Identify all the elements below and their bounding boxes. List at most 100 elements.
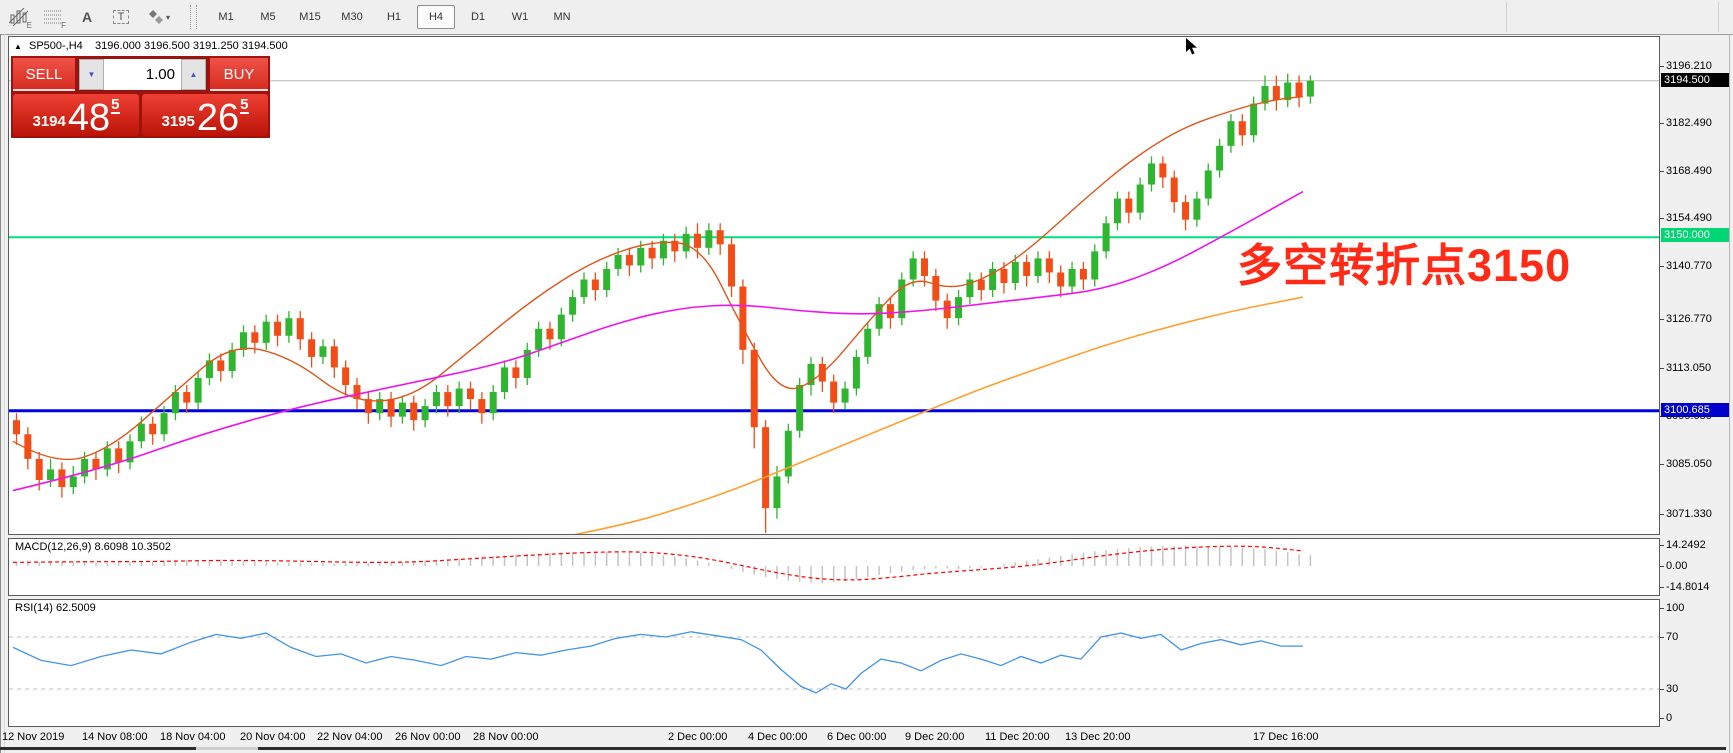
candle-body — [149, 424, 156, 435]
candle-body — [172, 392, 179, 413]
candle-body — [433, 392, 440, 406]
chart-annotation-text: 多空转折点3150 — [1237, 229, 1571, 294]
candle-body — [251, 332, 258, 343]
candle-body — [422, 406, 429, 420]
volume-input[interactable] — [104, 59, 181, 90]
buy-price-tile[interactable]: 3195 26 5 — [142, 94, 268, 136]
axis-tick — [1660, 171, 1664, 172]
axis-tick — [1660, 368, 1664, 369]
candle-body — [319, 346, 326, 357]
objects-dropdown-icon[interactable]: ▾ — [140, 4, 178, 30]
candle-body — [410, 403, 417, 421]
candle-body — [1125, 199, 1132, 213]
candle-body — [1023, 262, 1030, 276]
axis-tick — [1660, 587, 1664, 588]
buy-price-pips: 26 — [197, 102, 239, 134]
rsi-line — [13, 632, 1303, 693]
axis-tick — [1660, 637, 1664, 638]
candle-body — [535, 329, 542, 350]
candle-body — [683, 234, 690, 252]
candle-body — [728, 244, 735, 286]
h-scrollbar-track[interactable] — [196, 747, 258, 750]
data-grid-icon[interactable]: F — [38, 4, 68, 30]
timeframe-button-M1[interactable]: M1 — [207, 5, 245, 29]
price-axis-label: 3196.210 — [1666, 60, 1712, 72]
sell-button[interactable]: SELL — [13, 58, 75, 91]
volume-decrease-button[interactable]: ▼ — [79, 59, 104, 90]
time-axis-label: 6 Dec 00:00 — [827, 731, 886, 743]
candle-body — [444, 392, 451, 406]
price-axis-label: 3071.330 — [1666, 508, 1712, 520]
candle-body — [331, 346, 338, 367]
candle-body — [581, 279, 588, 297]
candle-body — [717, 230, 724, 244]
timeframe-button-H1[interactable]: H1 — [375, 5, 413, 29]
candle-body — [853, 357, 860, 389]
candle-body — [263, 322, 270, 343]
time-axis-label: 4 Dec 00:00 — [748, 731, 807, 743]
sell-price-tile[interactable]: 3194 48 5 — [13, 94, 139, 136]
rsi-axis-label: 70 — [1666, 631, 1678, 643]
candle-body — [1307, 81, 1314, 97]
candle-body — [660, 241, 667, 259]
axis-tick — [1660, 319, 1664, 320]
candle-body — [1012, 262, 1019, 283]
timeframe-button-D1[interactable]: D1 — [459, 5, 497, 29]
rsi-indicator-label: RSI(14) 62.5009 — [15, 602, 96, 614]
candle-body — [478, 399, 485, 413]
macd-axis-label: -14.8014 — [1666, 581, 1709, 593]
candle-body — [285, 318, 292, 336]
axis-tick — [1660, 608, 1664, 609]
timeframe-button-W1[interactable]: W1 — [501, 5, 539, 29]
main-chart-pane[interactable]: ▲ SP500-,H4 3196.000 3196.500 3191.250 3… — [8, 36, 1660, 535]
candle-body — [739, 287, 746, 350]
candle-body — [1057, 272, 1064, 286]
price-axis-label: 3154.490 — [1666, 212, 1712, 224]
candle-body — [1250, 104, 1257, 136]
volume-increase-button[interactable]: ▲ — [181, 59, 206, 90]
text-box-icon[interactable]: T — [106, 4, 136, 30]
rsi-axis-label: 30 — [1666, 683, 1678, 695]
timeframe-button-M30[interactable]: M30 — [333, 5, 371, 29]
fast-ma-line — [13, 97, 1303, 460]
collapse-arrow-icon[interactable]: ▲ — [14, 42, 22, 51]
sell-price-handle: 3194 — [33, 114, 66, 129]
rsi-pane[interactable]: RSI(14) 62.5009 — [8, 599, 1660, 727]
macd-signal-line — [13, 546, 1303, 580]
candle-body — [1091, 251, 1098, 279]
timeframe-button-M5[interactable]: M5 — [249, 5, 287, 29]
candle-body — [70, 476, 77, 487]
time-axis-label: 9 Dec 20:00 — [905, 731, 964, 743]
candle-body — [388, 399, 395, 417]
candle-body — [297, 318, 304, 339]
chart-ohlc-header: ▲ SP500-,H4 3196.000 3196.500 3191.250 3… — [14, 40, 288, 52]
macd-indicator-label: MACD(12,26,9) 8.6098 10.3502 — [15, 541, 171, 553]
candle-body — [762, 427, 769, 508]
text-label-icon[interactable]: A — [72, 4, 102, 30]
trading-app-window: E F A T ▾ M1M5M15M30H1H4D1W1MN — [0, 0, 1733, 753]
price-tag: 3194.500 — [1661, 73, 1729, 87]
time-axis-label: 22 Nov 04:00 — [317, 731, 382, 743]
h-scrollbar-thumb[interactable] — [258, 747, 1726, 750]
timeframe-button-H4[interactable]: H4 — [417, 5, 455, 29]
expert-advisors-icon[interactable]: E — [4, 4, 34, 30]
candle-body — [887, 304, 894, 318]
candle-body — [1080, 269, 1087, 280]
candle-body — [546, 329, 553, 340]
axis-tick — [1660, 266, 1664, 267]
price-axis-label: 3140.770 — [1666, 260, 1712, 272]
time-axis-label: 13 Dec 20:00 — [1065, 731, 1130, 743]
candle-body — [13, 420, 20, 434]
time-axis-label: 28 Nov 00:00 — [473, 731, 538, 743]
buy-button[interactable]: BUY — [210, 58, 268, 91]
candle-body — [1103, 223, 1110, 251]
timeframe-button-M15[interactable]: M15 — [291, 5, 329, 29]
candle-body — [785, 431, 792, 477]
rsi-axis-label: 0 — [1666, 712, 1672, 724]
h-scrollbar[interactable] — [0, 747, 196, 750]
candle-body — [1216, 146, 1223, 171]
timeframe-button-MN[interactable]: MN — [543, 5, 581, 29]
axis-tick — [1660, 566, 1664, 567]
candle-body — [1159, 163, 1166, 177]
macd-pane[interactable]: MACD(12,26,9) 8.6098 10.3502 — [8, 538, 1660, 596]
